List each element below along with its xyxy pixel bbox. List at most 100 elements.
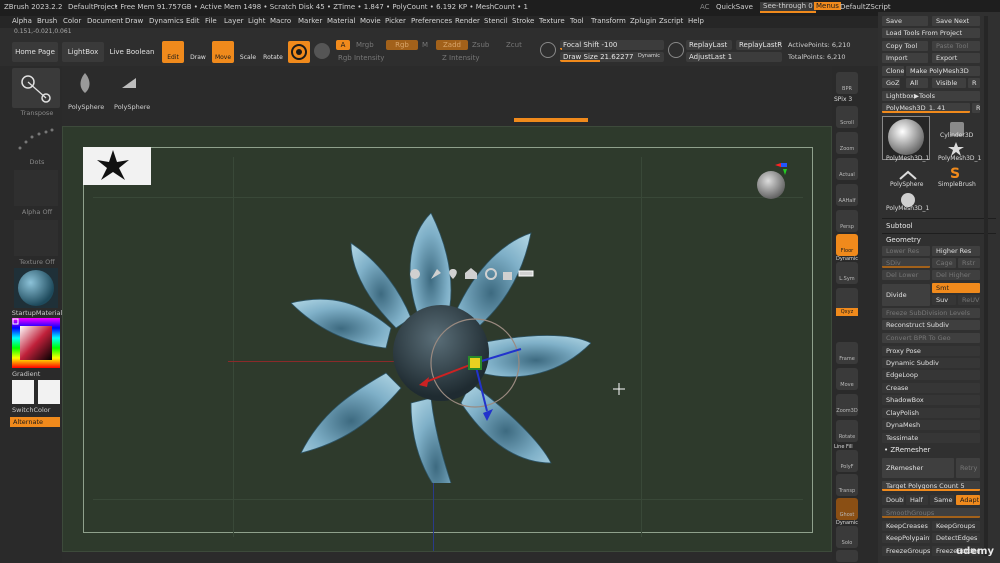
tool-polysphere-2[interactable]: PolySphere xyxy=(114,103,150,111)
menu-zplugin[interactable]: Zplugin xyxy=(630,17,656,25)
menu-picker[interactable]: Picker xyxy=(385,17,406,25)
menu-draw[interactable]: Draw xyxy=(125,17,143,25)
smt-toggle[interactable]: Smt xyxy=(932,283,980,293)
menu-macro[interactable]: Macro xyxy=(270,17,291,25)
floor-button[interactable]: Floor xyxy=(836,234,858,256)
make-polymesh-button[interactable]: Make PolyMesh3D xyxy=(906,66,980,76)
material-sphere-icon[interactable] xyxy=(314,43,330,59)
dynamesh-button[interactable]: DynaMesh xyxy=(882,420,980,430)
shelf-scroll-indicator[interactable] xyxy=(514,118,588,122)
focal-shift-slider[interactable]: Focal Shift -100 xyxy=(560,40,664,50)
menu-light[interactable]: Light xyxy=(248,17,265,25)
edgeloop-button[interactable]: EdgeLoop xyxy=(882,370,980,380)
reconstruct-subdiv-button[interactable]: Reconstruct Subdiv xyxy=(882,320,980,330)
menu-movie[interactable]: Movie xyxy=(360,17,381,25)
tool-r-button[interactable]: R xyxy=(972,103,980,113)
navigation-cube[interactable] xyxy=(753,161,789,201)
bpr-button[interactable]: BPR xyxy=(836,72,858,94)
export-button[interactable]: Export xyxy=(932,53,980,63)
proxy-pose-button[interactable]: Proxy Pose xyxy=(882,346,980,356)
tool-thumb-polymesh-1[interactable] xyxy=(882,116,930,160)
xyz-button[interactable]: Qxyz xyxy=(836,308,858,316)
tessimate-button[interactable]: Tessimate xyxy=(882,433,980,443)
menu-edit[interactable]: Edit xyxy=(186,17,200,25)
higher-res-button[interactable]: Higher Res xyxy=(932,246,980,256)
m-toggle[interactable]: M xyxy=(422,41,428,49)
menu-stencil[interactable]: Stencil xyxy=(484,17,508,25)
polysphere-thumb[interactable] xyxy=(898,170,918,180)
alpha-slot[interactable] xyxy=(14,170,58,206)
home-page-button[interactable]: Home Page xyxy=(12,42,58,62)
rotate-mode-button[interactable]: Rotate xyxy=(262,41,284,63)
zoom-button[interactable]: Zoom xyxy=(836,132,858,154)
quicksave-button[interactable]: QuickSave xyxy=(716,3,753,11)
menu-brush[interactable]: Brush xyxy=(37,17,57,25)
menu-file[interactable]: File xyxy=(205,17,217,25)
switch-color-button[interactable]: SwitchColor xyxy=(12,406,50,414)
menu-zscript[interactable]: Zscript xyxy=(659,17,683,25)
lsym-button[interactable]: L.Sym xyxy=(836,262,858,284)
freeze-subdiv-button[interactable]: Freeze SubDivision Levels xyxy=(882,308,980,318)
zoom3d-button[interactable]: Zoom3D xyxy=(836,394,858,416)
texture-slot[interactable] xyxy=(14,220,58,256)
geometry-header[interactable]: Geometry xyxy=(886,236,921,244)
palette-scrollbar[interactable] xyxy=(984,16,988,556)
menu-stroke[interactable]: Stroke xyxy=(512,17,534,25)
dynamic-toggle[interactable]: Dynamic xyxy=(638,53,660,59)
claypolish-button[interactable]: ClayPolish xyxy=(882,408,980,418)
leaf-brush-icon[interactable] xyxy=(78,72,92,94)
script-name[interactable]: DefaultZScript xyxy=(840,3,891,11)
shadowbox-button[interactable]: ShadowBox xyxy=(882,395,980,405)
suv-toggle[interactable]: Suv xyxy=(932,295,956,305)
menu-document[interactable]: Document xyxy=(87,17,123,25)
simplebrush-icon[interactable]: S xyxy=(948,166,962,182)
menu-transform[interactable]: Transform xyxy=(591,17,626,25)
menu-material[interactable]: Material xyxy=(327,17,355,25)
target-polygons-slider[interactable]: Target Polygons Count 5 xyxy=(882,481,980,491)
menu-texture[interactable]: Texture xyxy=(539,17,565,25)
menu-dynamics[interactable]: Dynamics xyxy=(149,17,184,25)
main-color-swatch[interactable] xyxy=(12,380,34,404)
scale-mode-button[interactable]: Scale xyxy=(238,41,258,63)
half-button[interactable]: Half xyxy=(906,495,928,505)
menus-toggle[interactable]: Menus xyxy=(814,2,841,10)
keep-polypaint-button[interactable]: KeepPolypaint xyxy=(882,533,930,543)
double-button[interactable]: Double xyxy=(882,495,904,505)
rotate-view-button[interactable]: Rotate xyxy=(836,420,858,442)
save-next-button[interactable]: Save Next xyxy=(932,16,980,26)
dynamic-subdiv-button[interactable]: Dynamic Subdiv xyxy=(882,358,980,368)
gizmo-3d[interactable] xyxy=(413,313,553,423)
transpose-button[interactable] xyxy=(12,68,60,108)
tool-polysphere-1[interactable]: PolySphere xyxy=(68,103,104,111)
navigation-thumbnail[interactable] xyxy=(83,147,151,185)
lightbox-tools-button[interactable]: Lightbox▶Tools xyxy=(882,91,980,101)
adapt-toggle[interactable]: Adapt xyxy=(956,495,980,505)
draw-mode-button[interactable]: Draw xyxy=(188,41,208,63)
scroll-button[interactable]: Scroll xyxy=(836,106,858,128)
dots-stroke-icon[interactable] xyxy=(14,122,58,156)
menu-help[interactable]: Help xyxy=(688,17,704,25)
zremesher-header[interactable]: • ZRemesher xyxy=(884,446,930,454)
subtool-header[interactable]: Subtool xyxy=(886,222,913,230)
zcut-toggle[interactable]: Zcut xyxy=(506,41,522,49)
frame-button[interactable]: Frame xyxy=(836,342,858,364)
copy-tool-button[interactable]: Copy Tool xyxy=(882,41,928,51)
live-boolean-button[interactable]: Live Boolean xyxy=(108,42,156,62)
smoothgroups-slider[interactable]: SmoothGroups xyxy=(882,508,980,518)
save-button[interactable]: Save xyxy=(882,16,928,26)
divide-button[interactable]: Divide xyxy=(882,284,930,306)
menu-marker[interactable]: Marker xyxy=(298,17,322,25)
mrgb-toggle[interactable]: Mrgb xyxy=(356,41,374,49)
reuv-button[interactable]: ReUV xyxy=(958,295,980,305)
see-through-slider[interactable]: See-through 0 xyxy=(760,2,816,13)
ghost-button[interactable]: Ghost xyxy=(836,498,858,520)
sdiv-slider[interactable]: SDiv xyxy=(882,258,930,268)
menu-layer[interactable]: Layer xyxy=(224,17,244,25)
menu-tool[interactable]: Tool xyxy=(570,17,584,25)
del-higher-button[interactable]: Del Higher xyxy=(932,270,980,280)
crease-button[interactable]: Crease xyxy=(882,383,980,393)
zsub-toggle[interactable]: Zsub xyxy=(472,41,489,49)
rstr-button[interactable]: Rstr xyxy=(958,258,980,268)
cage-button[interactable]: Cage xyxy=(932,258,956,268)
import-button[interactable]: Import xyxy=(882,53,928,63)
